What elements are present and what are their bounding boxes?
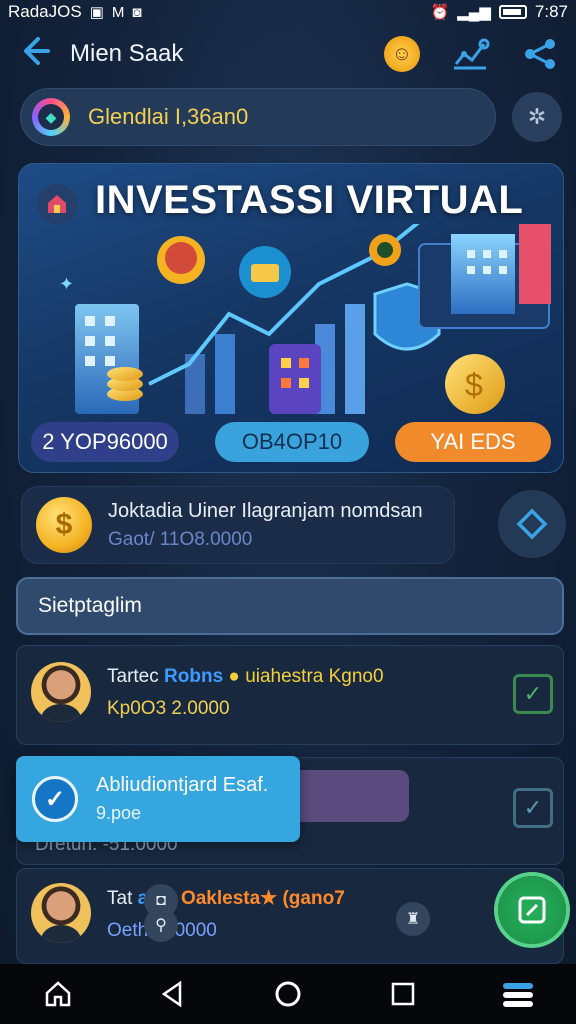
- lemon-icon: ●: [228, 666, 240, 687]
- page-title: Mien Saak: [70, 40, 184, 67]
- progress-bar: [289, 770, 409, 822]
- link-icon[interactable]: ⚲: [144, 908, 178, 942]
- alarm-icon: ⏰: [430, 4, 450, 21]
- avatar: [31, 662, 91, 722]
- emoji-icon[interactable]: ☺: [384, 36, 420, 72]
- section-header[interactable]: Sietptaglim: [16, 577, 564, 635]
- home-circle-icon[interactable]: [258, 964, 318, 1024]
- balance-label: Glendlai I,36an0: [88, 104, 249, 129]
- diamond-icon[interactable]: [498, 490, 566, 558]
- row-tag: uiahestra Kgno0: [245, 666, 384, 687]
- check-circle-icon: ✓: [32, 776, 78, 822]
- hat-icon[interactable]: ♜: [396, 902, 430, 936]
- row-name-highlight: Robns: [164, 666, 224, 687]
- row-name-prefix: Tat: [107, 888, 133, 909]
- battery-icon: [498, 5, 527, 19]
- checkbox-icon[interactable]: ✓: [513, 674, 553, 714]
- home-icon[interactable]: [28, 964, 88, 1024]
- list-item[interactable]: Tat aiok Oaklesta★ (gano7 Oeth 2 .0000: [16, 868, 564, 964]
- carrier-label: RadaJOS: [8, 2, 82, 21]
- messenger-icon: ◙: [132, 3, 142, 21]
- status-bar: RadaJOS ▣ M ◙ ⏰ ▂▄▆ 7:87: [0, 0, 576, 24]
- row-name-prefix: Tartec: [107, 666, 159, 687]
- list-item[interactable]: Tartec Robns ● uiahestra Kgno0 Kp0O3 2.0…: [16, 645, 564, 745]
- investment-banner[interactable]: INVESTASSI VIRTUAL $ ✦ 2 YOP96000 OB4OP1…: [18, 163, 564, 473]
- system-nav-bar: [0, 964, 576, 1024]
- row-amount: Oeth 2 .0000: [107, 920, 217, 941]
- balance-pill[interactable]: ◆ Glendlai I,36an0: [20, 88, 496, 146]
- notice-title: Joktadia Uiner Ilagranjam nomdsan: [108, 499, 423, 522]
- menu-icon[interactable]: [488, 964, 548, 1024]
- house-icon: [37, 184, 77, 224]
- back-arrow-icon[interactable]: [16, 33, 52, 75]
- edit-fab-button[interactable]: [498, 876, 566, 944]
- stat-chip-total[interactable]: 2 YOP96000: [31, 422, 179, 462]
- notice-card[interactable]: $ Joktadia Uiner Ilagranjam nomdsan Gaot…: [22, 487, 454, 563]
- banner-title: INVESTASSI VIRTUAL: [95, 178, 524, 222]
- stat-chip-yield[interactable]: YAI EDS: [395, 422, 551, 462]
- banner-illustration: $ ✦: [59, 224, 551, 414]
- toast-subtitle: 9.poe: [96, 803, 142, 823]
- clock: 7:87: [534, 2, 568, 21]
- stat-chip-growth[interactable]: OB4OP10: [215, 422, 369, 462]
- notice-subtitle: Gaot/ 11O8.0000: [108, 528, 253, 550]
- app-bar: Mien Saak ☺: [0, 30, 576, 78]
- settings-gear-icon[interactable]: ✲: [512, 92, 562, 142]
- svg-text:$: $: [465, 367, 483, 403]
- recents-square-icon[interactable]: [373, 964, 433, 1024]
- back-triangle-icon[interactable]: [143, 964, 203, 1024]
- signal-icon: ▂▄▆: [457, 4, 491, 21]
- coin-icon: $: [36, 497, 92, 553]
- avatar: [31, 883, 91, 943]
- checkbox-icon[interactable]: ✓: [513, 788, 553, 828]
- share-icon[interactable]: [520, 34, 560, 74]
- row-tag: Oaklesta★ (gano7: [180, 888, 345, 909]
- gem-icon: ◆: [32, 98, 70, 136]
- chart-icon[interactable]: [450, 34, 490, 74]
- photo-icon: ▣: [89, 4, 104, 21]
- mail-icon: M: [111, 3, 125, 21]
- svg-text:✦: ✦: [59, 274, 74, 295]
- toast-title: Abliudiontjard Esaf.: [96, 774, 269, 796]
- row-amount: Kp0O3 2.0000: [107, 698, 230, 719]
- toast-notification[interactable]: ✓ Abliudiontjard Esaf. 9.poe: [16, 756, 300, 842]
